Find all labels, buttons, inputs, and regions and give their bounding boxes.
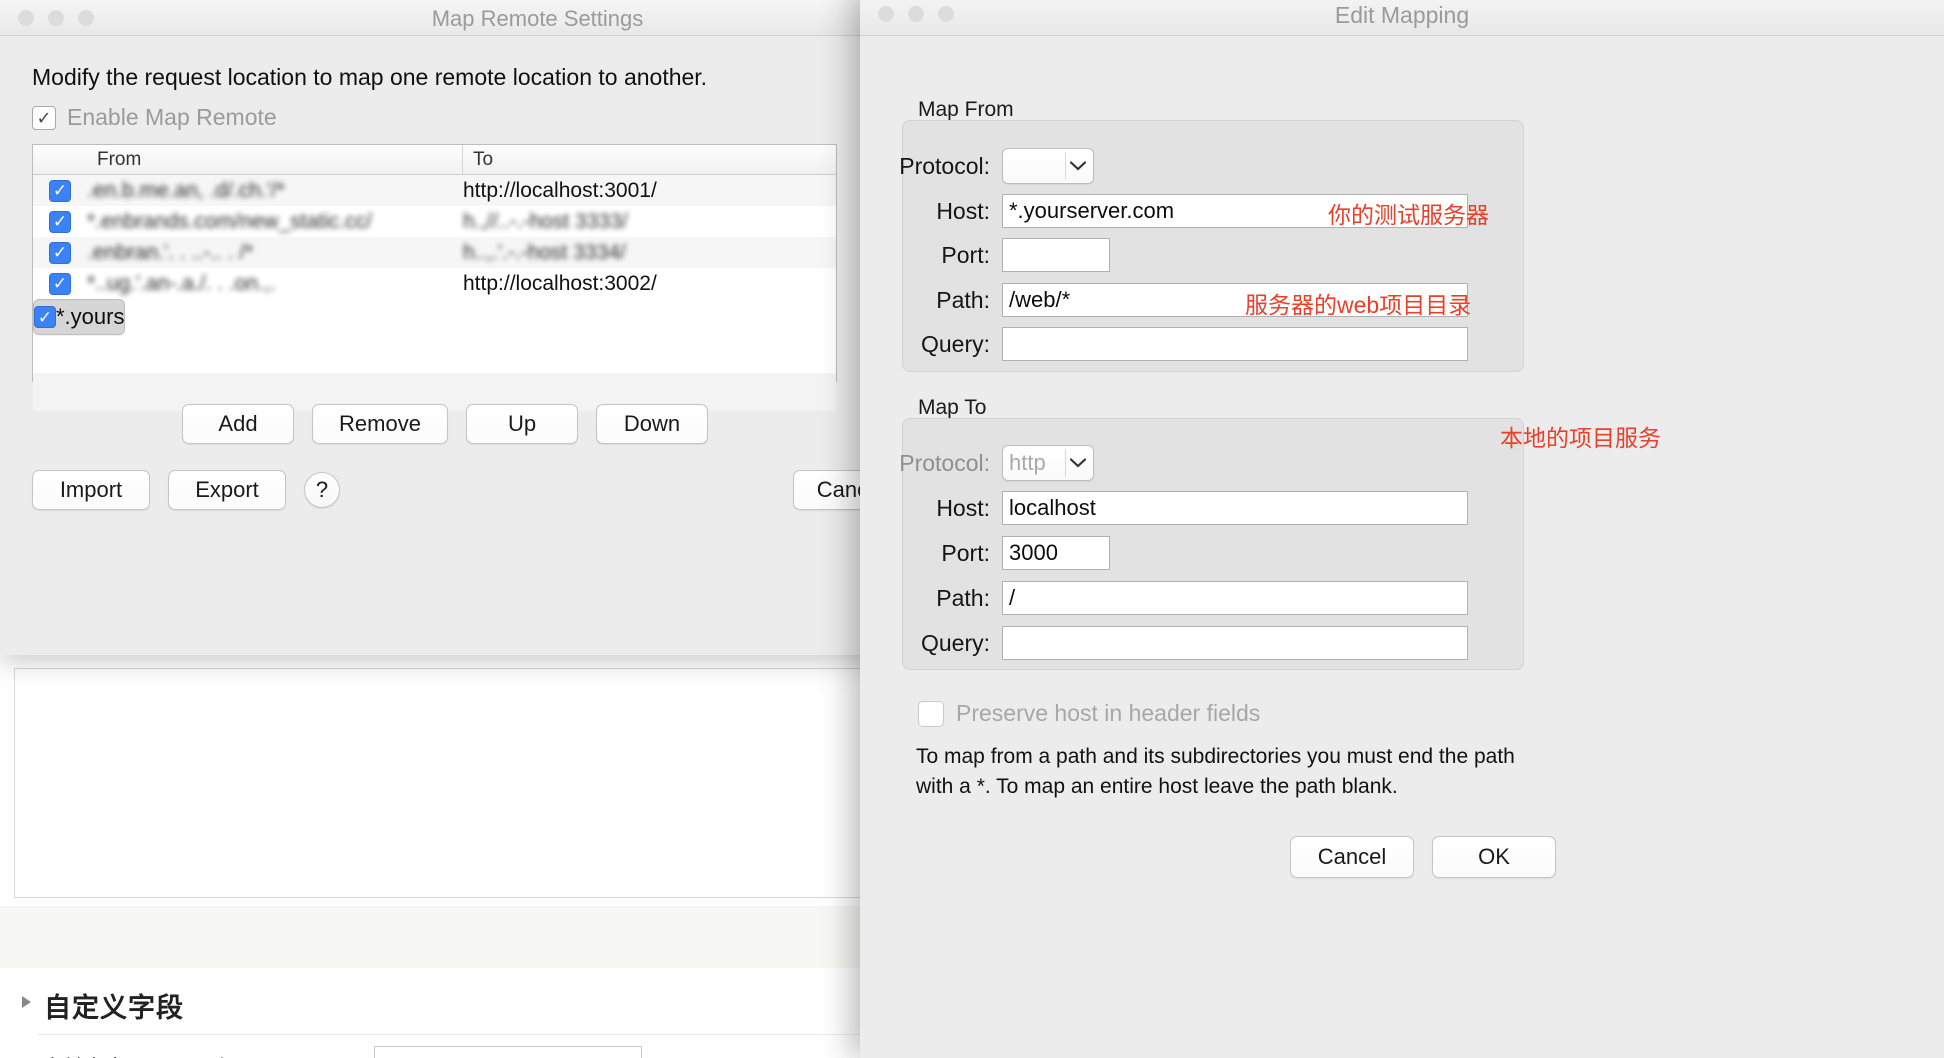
row-from: .enbran.'. . ..-.. . /*	[87, 240, 254, 264]
ok-button[interactable]: OK	[1432, 836, 1556, 878]
row-from: .en.b.me.an, .d/.ch.'/*	[87, 178, 285, 202]
map-from-path-label: Path:	[936, 286, 990, 313]
map-from-query-label: Query:	[920, 330, 990, 357]
map-from-port-input[interactable]	[1002, 238, 1110, 272]
screen: 自定义字段 当前文章是否显示头图 Map Remote Settings Mod…	[0, 0, 1944, 1058]
triangle-right-icon[interactable]	[22, 996, 31, 1008]
map-from-group-label: Map From	[918, 98, 1014, 121]
map-to-protocol-label: Protocol:	[899, 449, 990, 476]
preserve-host-label: Preserve host in header fields	[956, 700, 1261, 726]
map-from-host-annotation: 你的测试服务器	[1328, 202, 1489, 228]
map-remote-description: Modify the request location to map one r…	[32, 64, 708, 90]
map-from-host-label: Host:	[936, 197, 990, 224]
list-action-buttons: Add Remove Up Down	[182, 404, 708, 444]
edit-mapping-title: Edit Mapping	[1334, 2, 1470, 28]
enable-map-remote-row[interactable]: ✓ Enable Map Remote	[32, 104, 277, 131]
map-to-protocol-field[interactable]: Protocol: http	[860, 445, 1094, 481]
map-to-host-label: Host:	[936, 494, 990, 521]
edit-mapping-body: Map From Protocol: Host: *.yourserver.co…	[860, 36, 1944, 1058]
map-to-query-input[interactable]	[1002, 626, 1468, 660]
table-row[interactable]: ✓ .enbran.'. . ..-.. . /* h..,.'.-.-host…	[33, 237, 836, 268]
import-button[interactable]: Import	[32, 470, 150, 510]
up-button[interactable]: Up	[466, 404, 578, 444]
row-to: h.,//..-.-host 3333/	[463, 209, 628, 233]
map-from-port-field[interactable]: Port:	[860, 238, 1110, 272]
map-to-port-label: Port:	[941, 539, 990, 566]
map-to-port-field[interactable]: Port: 3000	[860, 536, 1110, 570]
table-empty-area	[33, 335, 836, 373]
map-from-port-label: Port:	[941, 241, 990, 268]
column-header-to[interactable]: To	[463, 149, 836, 171]
map-from-protocol-field[interactable]: Protocol:	[860, 148, 1094, 184]
row-to: http://localhost:3001/	[463, 178, 657, 202]
map-to-annotation: 本地的项目服务	[1500, 425, 1661, 451]
row-to: http://localhost:3002/	[463, 271, 657, 295]
table-header: From To	[33, 145, 836, 175]
import-export-buttons: Import Export ?	[32, 470, 340, 510]
add-button[interactable]: Add	[182, 404, 294, 444]
map-to-path-field[interactable]: Path: /	[860, 581, 1468, 615]
export-button[interactable]: Export	[168, 470, 286, 510]
map-to-path-label: Path:	[936, 584, 990, 611]
map-from-query-field[interactable]: Query:	[860, 327, 1468, 361]
help-icon[interactable]: ?	[304, 472, 340, 508]
mapping-hint-text: To map from a path and its subdirectorie…	[916, 745, 1515, 799]
edit-mapping-footer-buttons: Cancel OK	[1290, 836, 1556, 878]
preserve-host-checkbox[interactable]	[918, 700, 944, 727]
map-to-query-label: Query:	[920, 629, 990, 656]
row-from: *.yourserver.com/web/*	[56, 304, 124, 329]
chevron-down-icon[interactable]	[1063, 161, 1093, 171]
row-checkbox[interactable]: ✓	[34, 306, 56, 328]
map-to-path-input[interactable]: /	[1002, 581, 1468, 615]
row-checkbox[interactable]: ✓	[49, 241, 71, 264]
map-to-group-label: Map To	[918, 396, 987, 419]
mappings-table[interactable]: From To ✓ .en.b.me.an, .d/.ch.'/* http:/…	[32, 144, 837, 411]
custom-fields-title: 自定义字段	[44, 993, 184, 1023]
map-to-port-input[interactable]: 3000	[1002, 536, 1110, 570]
custom-field-row-label: 当前文章是否显示头图	[42, 1052, 252, 1058]
cancel-button[interactable]: Cancel	[1290, 836, 1414, 878]
row-to: h..,.'.-.-host 3334/	[463, 240, 626, 264]
row-checkbox[interactable]: ✓	[49, 179, 71, 202]
table-row[interactable]: ✓ *.enbrands.com/new_static.cc/ h.,//..-…	[33, 206, 836, 237]
column-header-from[interactable]: From	[33, 145, 463, 174]
table-row-selected[interactable]: ✓ *.yourserver.com/web/* http://localhos…	[33, 299, 125, 335]
down-button[interactable]: Down	[596, 404, 708, 444]
row-checkbox[interactable]: ✓	[49, 210, 71, 233]
custom-field-row-input[interactable]	[374, 1046, 642, 1058]
remove-button[interactable]: Remove	[312, 404, 448, 444]
map-from-protocol-select[interactable]	[1002, 148, 1094, 184]
map-to-protocol-select[interactable]: http	[1002, 445, 1094, 481]
table-row[interactable]: ✓ .en.b.me.an, .d/.ch.'/* http://localho…	[33, 175, 836, 206]
map-from-protocol-label: Protocol:	[899, 152, 990, 179]
edit-mapping-window: Edit Mapping Map From Protocol: Host: *.…	[860, 0, 1944, 1058]
preserve-host-row[interactable]: Preserve host in header fields	[918, 700, 1260, 727]
map-to-host-field[interactable]: Host: localhost	[860, 491, 1468, 525]
map-to-host-input[interactable]: localhost	[1002, 491, 1468, 525]
table-row[interactable]: ✓ *..ug.'.an-.a./. . .on.,. http://local…	[33, 268, 836, 299]
enable-map-remote-checkbox[interactable]: ✓	[32, 105, 56, 130]
chevron-down-icon[interactable]	[1063, 458, 1093, 468]
row-from: *..ug.'.an-.a./. . .on.,.	[87, 271, 276, 295]
map-from-path-annotation: 服务器的web项目目录	[1245, 292, 1472, 318]
row-from: *.enbrands.com/new_static.cc/	[87, 209, 372, 233]
enable-map-remote-label: Enable Map Remote	[67, 104, 277, 130]
row-checkbox[interactable]: ✓	[49, 272, 71, 295]
map-to-protocol-value: http	[1009, 450, 1046, 475]
edit-mapping-titlebar[interactable]: Edit Mapping	[860, 0, 1944, 36]
map-to-query-field[interactable]: Query:	[860, 626, 1468, 660]
map-from-query-input[interactable]	[1002, 327, 1468, 361]
